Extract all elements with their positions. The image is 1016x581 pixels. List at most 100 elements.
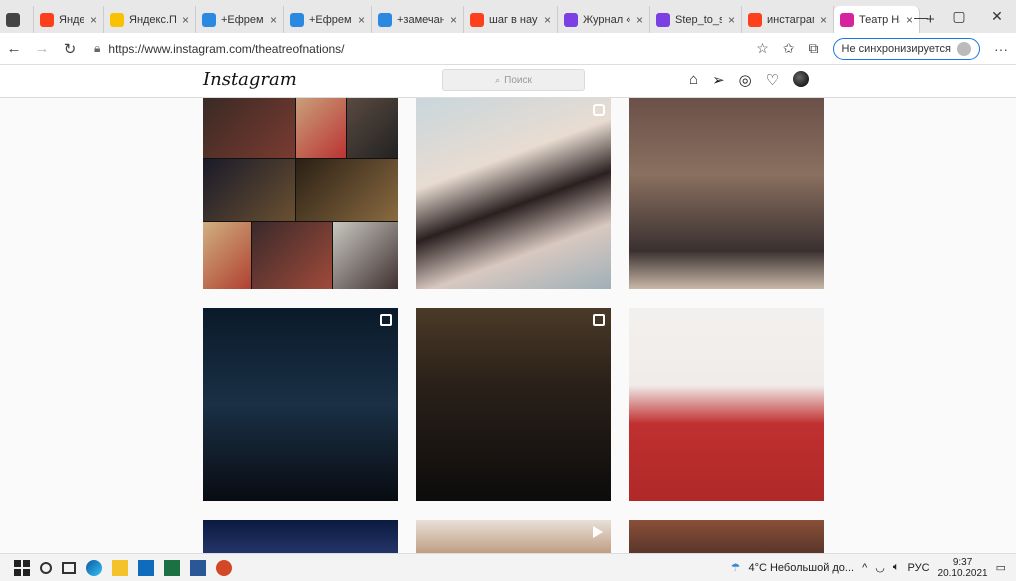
url-field[interactable]: 🔒︎ https://www.instagram.com/theatreofna… — [94, 41, 756, 56]
word-icon[interactable] — [190, 559, 206, 576]
carousel-icon — [593, 314, 605, 326]
search-input[interactable]: ⌕ Поиск — [442, 69, 585, 91]
tab-close-icon[interactable]: × — [182, 13, 189, 27]
tab-close-icon[interactable]: × — [636, 13, 643, 27]
instagram-header: Instagram ⌕ Поиск ⌂ ➢ ◎ ♡ — [0, 65, 1016, 98]
tab-label: +замечани — [397, 13, 444, 26]
url-text: https://www.instagram.com/theatreofnatio… — [108, 41, 345, 56]
tab-close-icon[interactable]: × — [90, 13, 97, 27]
browser-tab[interactable]: шаг в наук × — [464, 6, 558, 33]
instagram-logo[interactable]: Instagram — [203, 69, 297, 90]
tab-label: +Ефремов — [221, 13, 264, 26]
tab-label: Яндекс — [59, 13, 84, 26]
browser-tab[interactable]: Яндекс × — [34, 6, 104, 33]
clock[interactable]: 9:37 20.10.2021 — [938, 557, 988, 579]
home-icon[interactable]: ⌂ — [689, 71, 698, 89]
refresh-button[interactable]: ↻ — [56, 40, 84, 58]
post-stage-phones[interactable] — [203, 308, 398, 501]
yandex-icon — [470, 12, 484, 27]
tab-label: шаг в наук — [489, 13, 538, 26]
windows-taskbar: ☂ 4°C Небольшой до... ^ ◡ 🔈︎ РУС 9:37 20… — [0, 553, 1016, 581]
close-button[interactable]: ✕ — [978, 8, 1016, 25]
weather-icon[interactable]: ☂ — [731, 561, 741, 574]
tab-close-icon[interactable]: × — [820, 13, 827, 27]
browser-tab[interactable] — [0, 6, 34, 33]
browser-tab[interactable]: Step_to_sci × — [650, 6, 742, 33]
tab-close-icon[interactable]: × — [270, 13, 277, 27]
post-video[interactable] — [416, 520, 611, 553]
direct-icon[interactable]: ➢ — [712, 71, 725, 89]
tab-label: инстаграм — [767, 13, 814, 26]
window-icon — [6, 12, 20, 27]
post-night-stage[interactable] — [203, 520, 398, 553]
browser-tab[interactable]: инстаграм × — [742, 6, 834, 33]
back-button[interactable]: ← — [0, 40, 28, 57]
volume-icon[interactable]: 🔈︎ — [893, 561, 900, 574]
search-icon[interactable] — [40, 561, 52, 574]
task-view-icon[interactable] — [62, 561, 76, 574]
tray-chevron-icon[interactable]: ^ — [862, 562, 867, 574]
tab-label: +Ефремов — [309, 13, 352, 26]
more-menu-button[interactable]: ··· — [994, 41, 1008, 57]
video-play-icon — [593, 526, 603, 538]
edge-icon[interactable] — [86, 559, 102, 576]
minimize-button[interactable]: — — [902, 9, 940, 25]
yandex-mail-icon — [110, 12, 124, 27]
post-brick-wall[interactable] — [629, 520, 824, 553]
language-indicator[interactable]: РУС — [908, 562, 930, 574]
clock-date: 20.10.2021 — [937, 567, 988, 579]
tab-close-icon[interactable]: × — [544, 13, 551, 27]
post-collage[interactable] — [203, 98, 398, 289]
tab-close-icon[interactable]: × — [728, 13, 735, 27]
posts-grid — [203, 98, 824, 553]
post-makeup-face[interactable] — [416, 98, 611, 289]
favorites-icon[interactable]: ✩ — [783, 40, 795, 57]
browser-tab-bar: Яндекс×Яндекс.По×+Ефремов×+Ефремов×+заме… — [0, 0, 1016, 33]
tab-label: Step_to_sci — [675, 13, 722, 26]
doc-icon — [290, 12, 304, 27]
search-icon: ⌕ — [495, 74, 501, 85]
reel-icon — [593, 104, 605, 116]
profile-avatar-icon[interactable] — [793, 71, 810, 87]
start-icon[interactable] — [14, 559, 30, 576]
browser-tab[interactable]: +Ефремов × — [196, 6, 284, 33]
sync-button[interactable]: Не синхронизируется — [832, 37, 980, 60]
yandex-icon — [748, 12, 762, 27]
instagram-icon — [840, 12, 854, 27]
browser-tab[interactable]: +замечани × — [372, 6, 464, 33]
avatar — [957, 41, 971, 56]
browser-tab[interactable]: Журнал «Ш × — [558, 6, 650, 33]
weather-text[interactable]: 4°C Небольшой до... — [748, 562, 854, 574]
explore-icon[interactable]: ◎ — [739, 71, 752, 89]
post-three-men[interactable] — [416, 308, 611, 501]
read-aloud-icon[interactable]: ☆ — [756, 40, 769, 57]
browser-tab[interactable]: +Ефремов × — [284, 6, 372, 33]
heart-icon[interactable]: ♡ — [766, 71, 779, 89]
clock-time: 9:37 — [952, 556, 973, 568]
explorer-icon[interactable] — [112, 559, 128, 576]
tab-label: Театр Наци — [859, 13, 900, 26]
sync-label: Не синхронизируется — [841, 42, 951, 55]
excel-icon[interactable] — [164, 559, 180, 576]
post-woman-red[interactable] — [629, 308, 824, 501]
restore-button[interactable]: ▢ — [940, 8, 978, 25]
tab-close-icon[interactable]: × — [450, 13, 457, 27]
window-controls: — ▢ ✕ — [902, 0, 1016, 33]
lock-icon: 🔒︎ — [94, 41, 101, 55]
tab-label: Яндекс.По — [129, 13, 176, 26]
address-bar: ← → ↻ 🔒︎ https://www.instagram.com/theat… — [0, 33, 1016, 65]
notification-icon[interactable]: ▭ — [996, 561, 1006, 574]
collections-icon[interactable]: ⧉ — [809, 40, 819, 57]
doc-icon — [378, 12, 392, 27]
browser-tab[interactable]: Яндекс.По × — [104, 6, 196, 33]
forward-button[interactable]: → — [28, 40, 56, 57]
post-rehearsal[interactable] — [629, 98, 824, 289]
network-icon[interactable]: ◡ — [875, 561, 885, 574]
powerpoint-icon[interactable] — [216, 559, 232, 576]
yandex-icon — [40, 12, 54, 27]
mail-icon[interactable] — [138, 559, 154, 576]
journal-icon — [656, 12, 670, 27]
tab-close-icon[interactable]: × — [358, 13, 365, 27]
doc-icon — [202, 12, 216, 27]
search-placeholder: Поиск — [504, 74, 532, 86]
